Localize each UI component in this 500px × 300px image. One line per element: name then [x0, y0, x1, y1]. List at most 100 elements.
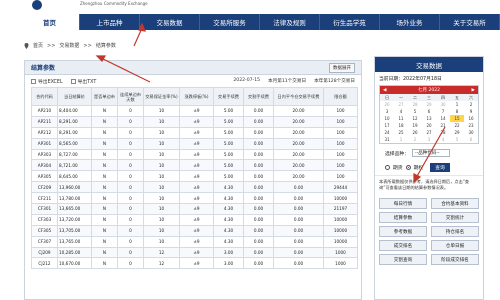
calendar-day[interactable]: 29 [422, 101, 436, 108]
quick-link-button[interactable]: 参考数据 [379, 226, 427, 237]
table-cell: 5.00 [213, 159, 244, 172]
table-cell: 12 [143, 257, 180, 270]
quick-link-button[interactable]: 交割统计 [431, 212, 479, 223]
table-cell: 0 [117, 235, 144, 248]
quick-link-button[interactable]: 交割查询 [379, 254, 427, 265]
table-cell: 10000 [323, 235, 358, 248]
exchange-logo[interactable] [32, 0, 42, 10]
calendar-day[interactable]: 8 [450, 108, 464, 115]
options-radio[interactable] [405, 165, 411, 170]
year-trading-day: 本年第128个交易日 [314, 79, 355, 84]
calendar-day[interactable]: 6 [422, 108, 436, 115]
quick-link-button[interactable]: 阶段成交排名 [431, 254, 479, 265]
calendar-day[interactable]: 17 [380, 122, 394, 129]
calendar-day[interactable]: 20 [422, 122, 436, 129]
calendar-header: ◀ 七月 2022 ▶ [380, 86, 478, 94]
quick-link-button[interactable]: 结算参数 [379, 212, 427, 223]
quick-link-button[interactable]: 合约基本资料 [431, 198, 479, 209]
calendar-day[interactable]: 29 [450, 129, 464, 136]
calendar-day[interactable]: 12 [408, 115, 422, 122]
quick-link-button[interactable]: 成交排名 [379, 240, 427, 251]
table-cell: 5.00 [213, 170, 244, 183]
calendar-day[interactable]: 2 [408, 136, 422, 143]
calendar-day[interactable]: 5 [450, 136, 464, 143]
calendar-day[interactable]: 28 [436, 129, 450, 136]
calendar-day[interactable]: 6 [464, 136, 478, 143]
calendar-day[interactable]: 30 [464, 129, 478, 136]
nav-item-about[interactable]: 关于交易所 [440, 14, 500, 30]
nav-item-trading-data[interactable]: 交易数据 [140, 14, 200, 30]
next-month-icon[interactable]: ▶ [472, 88, 475, 93]
calendar-day[interactable]: 15 [450, 115, 464, 122]
calendar-day[interactable]: 1 [450, 101, 464, 108]
table-cell: 0.00 [273, 203, 324, 215]
trading-day-info: 2022-07-15 本月第11个交易日 本年第128个交易日 [233, 78, 355, 84]
quick-link-button[interactable]: 仓单日报 [431, 240, 479, 251]
calendar-day[interactable]: 1 [394, 136, 408, 143]
calendar-day[interactable]: 4 [436, 136, 450, 143]
calendar-day[interactable]: 24 [380, 129, 394, 136]
site-header: Zhengzhou Commodity Exchange [0, 0, 500, 14]
calendar-day[interactable]: 28 [408, 101, 422, 108]
expand-data-button[interactable]: 数据展开 [329, 62, 355, 73]
nav-item-academy[interactable]: 衍生品学苑 [320, 14, 380, 30]
breadcrumb-home[interactable]: 首页 [33, 42, 43, 49]
table-cell: 10 [143, 170, 180, 183]
calendar-month: 七月 2022 [418, 88, 440, 93]
nav-item-otc[interactable]: 场外业务 [380, 14, 440, 30]
calendar-day[interactable]: 13 [422, 115, 436, 122]
table-cell: 0 [117, 203, 144, 215]
calendar-day[interactable]: 23 [464, 122, 478, 129]
calendar-day[interactable]: 26 [408, 129, 422, 136]
table-cell: 0.00 [273, 246, 324, 259]
calendar-day[interactable]: 19 [408, 122, 422, 129]
variety-select[interactable]: --品种代码-- [412, 149, 450, 157]
table-cell: 0.00 [243, 170, 274, 183]
calendar-day[interactable]: 4 [394, 108, 408, 115]
calendar-day[interactable]: 10 [380, 115, 394, 122]
table-cell: CJ212 [31, 257, 58, 270]
calendar-weekday: 六 [464, 94, 478, 101]
query-button[interactable]: 查询 [430, 163, 450, 172]
calendar-day[interactable]: 7 [436, 108, 450, 115]
calendar-day[interactable]: 2 [464, 101, 478, 108]
calendar-day[interactable]: 30 [436, 101, 450, 108]
table-cell: AP305 [31, 170, 58, 183]
table-cell: 0.00 [273, 257, 324, 270]
table-row: CJ209 10,285.00 N 0 12 ±9 3.00 0.00 0.00 1000 [31, 246, 358, 259]
export-txt-button[interactable]: 导出TXT [70, 78, 96, 85]
calendar-day[interactable]: 31 [380, 136, 394, 143]
table-cell: 0.00 [243, 235, 274, 248]
calendar-grid: 日一二三四五六 26 27 28 29 30 1 2 3 4 5 6 7 8 9 10 11 12 13 14 15 16… [380, 94, 478, 143]
calendar-day[interactable]: 21 [436, 122, 450, 129]
table-cell: 100 [323, 137, 358, 150]
export-excel-button[interactable]: 导出EXCEL [31, 78, 63, 85]
table-cell: ±9 [179, 213, 214, 226]
prev-month-icon[interactable]: ◀ [383, 88, 386, 93]
calendar-day[interactable]: 22 [450, 122, 464, 129]
calendar-day[interactable]: 11 [394, 115, 408, 122]
calendar-day[interactable]: 9 [464, 108, 478, 115]
breadcrumb-section[interactable]: 交易数据 [59, 42, 79, 49]
quick-link-button[interactable]: 每日行情 [379, 198, 427, 209]
quick-link-button[interactable]: 持仓排名 [431, 226, 479, 237]
table-cell: N [91, 159, 118, 172]
calendar-day[interactable]: 25 [394, 129, 408, 136]
settlement-params-panel: 结算参数 数据展开 导出EXCEL 导出TXT 2022-07-15 本月第11… [24, 60, 362, 300]
nav-item-products[interactable]: 上市品种 [80, 14, 140, 30]
nav-item-services[interactable]: 交易所服务 [200, 14, 260, 30]
calendar-day[interactable]: 3 [380, 108, 394, 115]
futures-radio[interactable] [385, 165, 390, 170]
nav-item-laws-rules[interactable]: 法律及规则 [260, 14, 320, 30]
calendar-day[interactable]: 16 [464, 115, 478, 122]
calendar-day[interactable]: 27 [422, 129, 436, 136]
calendar-day[interactable]: 14 [436, 115, 450, 122]
nav-item-home[interactable]: 首页 [20, 14, 80, 30]
calendar-day[interactable]: 3 [422, 136, 436, 143]
calendar-day[interactable]: 5 [408, 108, 422, 115]
variety-selector-row: 选择品种： --品种代码-- [375, 144, 483, 159]
calendar-day[interactable]: 27 [394, 101, 408, 108]
calendar-day[interactable]: 18 [394, 122, 408, 129]
table-cell: 8,565.00 [57, 137, 92, 150]
calendar-day[interactable]: 26 [380, 101, 394, 108]
